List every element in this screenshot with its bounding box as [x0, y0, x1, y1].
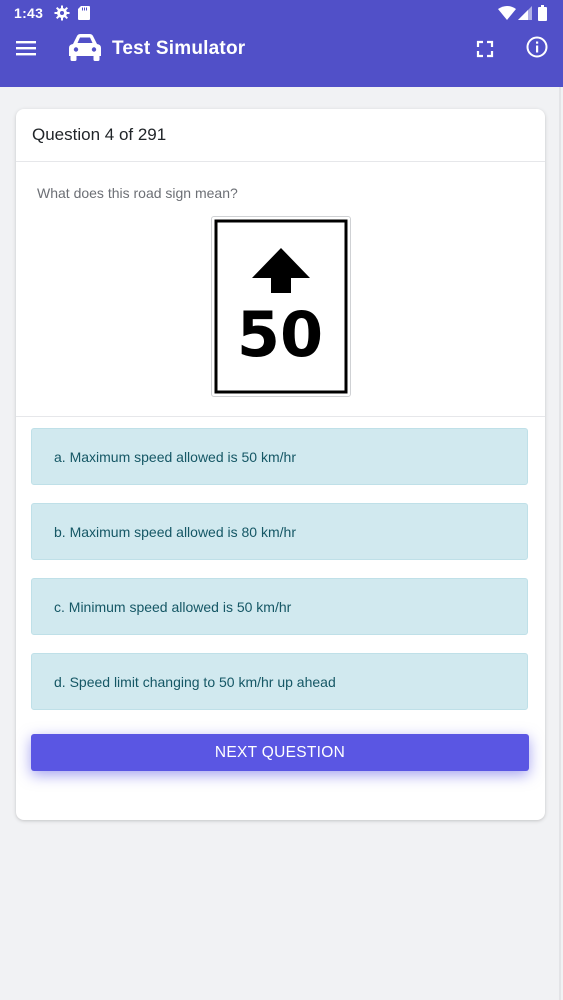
- answer-option-label: c. Minimum speed allowed is 50 km/hr: [54, 598, 292, 615]
- battery-icon: [538, 5, 547, 21]
- menu-icon[interactable]: [12, 36, 42, 60]
- next-question-label: NEXT QUESTION: [214, 743, 346, 761]
- info-icon[interactable]: [525, 35, 549, 59]
- answer-option-label: a. Maximum speed allowed is 50 km/hr: [54, 448, 296, 465]
- sd-card-icon: [78, 6, 90, 20]
- answer-option-label: b. Maximum speed allowed is 80 km/hr: [54, 523, 296, 540]
- status-time: 1:43: [14, 5, 44, 21]
- app-bar: 1:43 Test Simulator: [0, 0, 563, 87]
- fullscreen-icon[interactable]: [474, 38, 496, 60]
- gear-icon: [54, 5, 70, 21]
- question-card: Question 4 of 291 What does this road si…: [16, 109, 545, 820]
- car-icon: [69, 34, 101, 61]
- next-question-button[interactable]: NEXT QUESTION: [31, 734, 529, 771]
- question-counter: Question 4 of 291: [32, 125, 167, 144]
- question-text: What does this road sign mean?: [37, 185, 238, 201]
- card-header: Question 4 of 291: [16, 109, 545, 162]
- divider: [16, 416, 545, 417]
- app-title: Test Simulator: [112, 38, 246, 59]
- sign-number: 50: [237, 298, 323, 371]
- wifi-icon: [498, 6, 516, 20]
- toolbar: Test Simulator: [0, 26, 563, 87]
- answer-option-a[interactable]: a. Maximum speed allowed is 50 km/hr: [31, 428, 528, 485]
- scrollbar[interactable]: [559, 87, 561, 1000]
- answer-option-d[interactable]: d. Speed limit changing to 50 km/hr up a…: [31, 653, 528, 710]
- status-bar: 1:43: [0, 0, 563, 26]
- answer-option-c[interactable]: c. Minimum speed allowed is 50 km/hr: [31, 578, 528, 635]
- signal-icon: [518, 6, 532, 20]
- road-sign-image: 50: [211, 216, 351, 397]
- answer-option-b[interactable]: b. Maximum speed allowed is 80 km/hr: [31, 503, 528, 560]
- answer-option-label: d. Speed limit changing to 50 km/hr up a…: [54, 673, 336, 690]
- road-sign-graphic: 50: [214, 219, 348, 394]
